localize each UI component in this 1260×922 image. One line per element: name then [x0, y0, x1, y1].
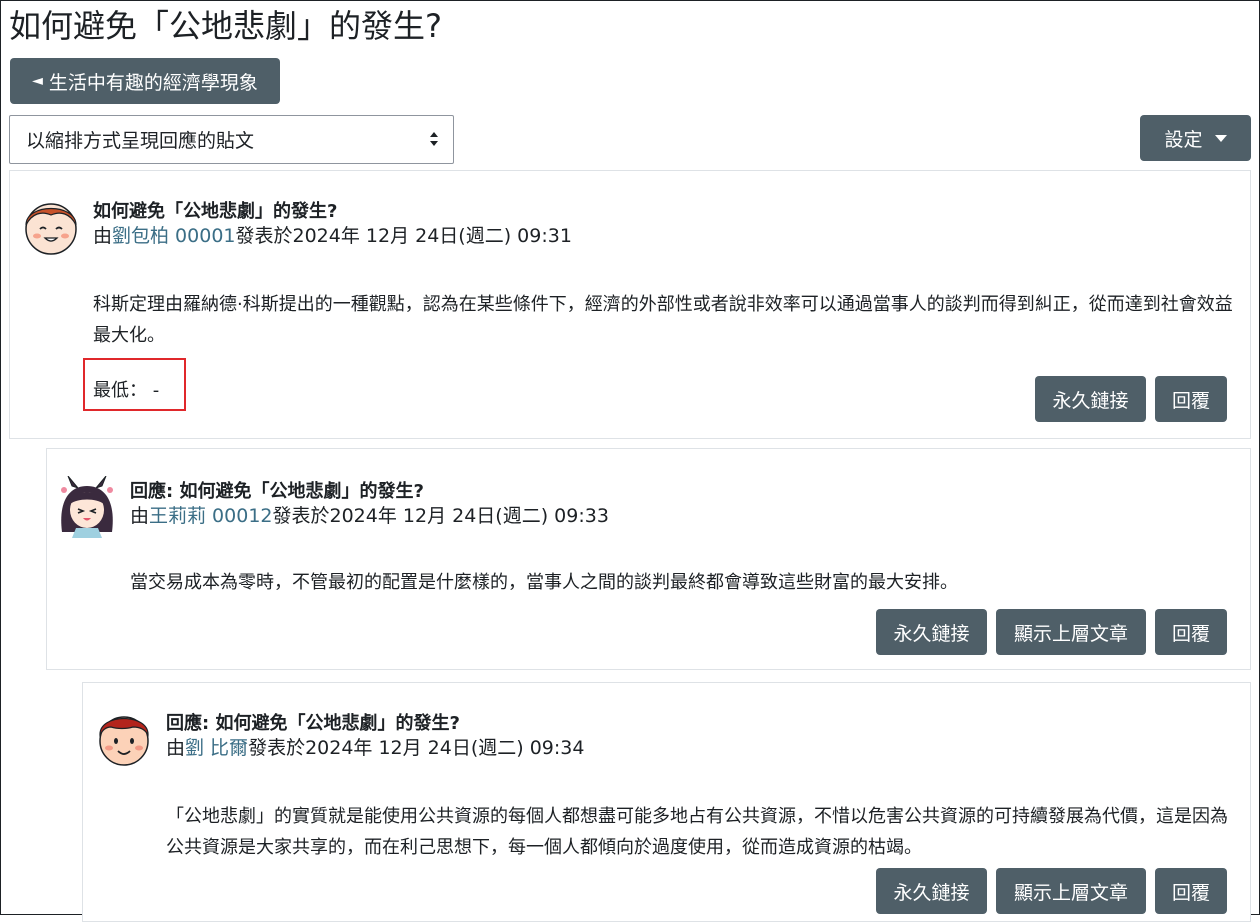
post-byline: 由劉 比爾發表於2024年 12月 24日(週二) 09:34 — [166, 733, 584, 760]
forum-post-reply: 回應: 如何避免「公地悲劇」的發生? 由劉 比爾發表於2024年 12月 24日… — [82, 682, 1251, 922]
post-subject: 回應: 如何避免「公地悲劇」的發生? — [166, 713, 460, 734]
post-date: 發表於2024年 12月 24日(週二) 09:34 — [248, 737, 585, 759]
select-caret-icon — [430, 132, 438, 146]
author-link[interactable]: 劉 比爾 — [185, 737, 248, 759]
byline-prefix: 由 — [93, 225, 113, 247]
back-to-forum-button[interactable]: ◄ 生活中有趣的經濟學現象 — [10, 58, 280, 104]
post-body: 當交易成本為零時，不管最初的配置是什麼樣的，當事人之間的談判最終都會導致這些財富… — [130, 572, 958, 593]
byline-prefix: 由 — [130, 505, 150, 527]
post-date: 發表於2024年 12月 24日(週二) 09:33 — [272, 505, 609, 527]
page-title: 如何避免「公地悲劇」的發生? — [9, 7, 442, 45]
byline-prefix: 由 — [166, 737, 186, 759]
display-mode-value: 以縮排方式呈現回應的貼文 — [26, 130, 255, 152]
post-byline: 由王莉莉 00012發表於2024年 12月 24日(週二) 09:33 — [130, 501, 609, 528]
rating-value: 最低： - — [93, 380, 160, 401]
author-link[interactable]: 劉包柏 00001 — [112, 225, 235, 247]
chevron-down-icon — [1214, 134, 1227, 142]
reply-button[interactable]: 回覆 — [1155, 868, 1227, 914]
display-mode-select[interactable]: 以縮排方式呈現回應的貼文 — [9, 115, 454, 164]
forum-post-reply: 回應: 如何避免「公地悲劇」的發生? 由王莉莉 00012發表於2024年 12… — [46, 448, 1251, 670]
show-parent-button[interactable]: 顯示上層文章 — [996, 868, 1146, 914]
post-subject: 回應: 如何避免「公地悲劇」的發生? — [130, 481, 424, 502]
post-body: 科斯定理由羅納德·科斯提出的一種觀點，認為在某些條件下，經濟的外部性或者說非效率… — [93, 294, 1233, 346]
permalink-button[interactable]: 永久鏈接 — [876, 609, 987, 655]
show-parent-button[interactable]: 顯示上層文章 — [996, 609, 1146, 655]
arrow-left-icon: ◄ — [32, 73, 43, 89]
post-date: 發表於2024年 12月 24日(週二) 09:31 — [235, 225, 572, 247]
reply-button[interactable]: 回覆 — [1155, 609, 1227, 655]
author-link[interactable]: 王莉莉 00012 — [149, 505, 272, 527]
post-byline: 由劉包柏 00001發表於2024年 12月 24日(週二) 09:31 — [93, 221, 572, 248]
user-avatar — [99, 716, 149, 766]
settings-button[interactable]: 設定 — [1140, 115, 1251, 161]
settings-label: 設定 — [1164, 128, 1203, 151]
user-avatar — [61, 476, 113, 538]
reply-button[interactable]: 回覆 — [1155, 376, 1227, 422]
forum-post-original: 如何避免「公地悲劇」的發生? 由劉包柏 00001發表於2024年 12月 24… — [9, 170, 1251, 439]
permalink-button[interactable]: 永久鏈接 — [1035, 376, 1146, 422]
post-subject: 如何避免「公地悲劇」的發生? — [93, 201, 338, 222]
back-to-forum-label: 生活中有趣的經濟學現象 — [48, 71, 258, 94]
user-avatar — [25, 203, 77, 255]
permalink-button[interactable]: 永久鏈接 — [876, 868, 987, 914]
post-body: 「公地悲劇」的實質就是能使用公共資源的每個人都想盡可能多地占有公共資源，不惜以危… — [166, 806, 1228, 858]
